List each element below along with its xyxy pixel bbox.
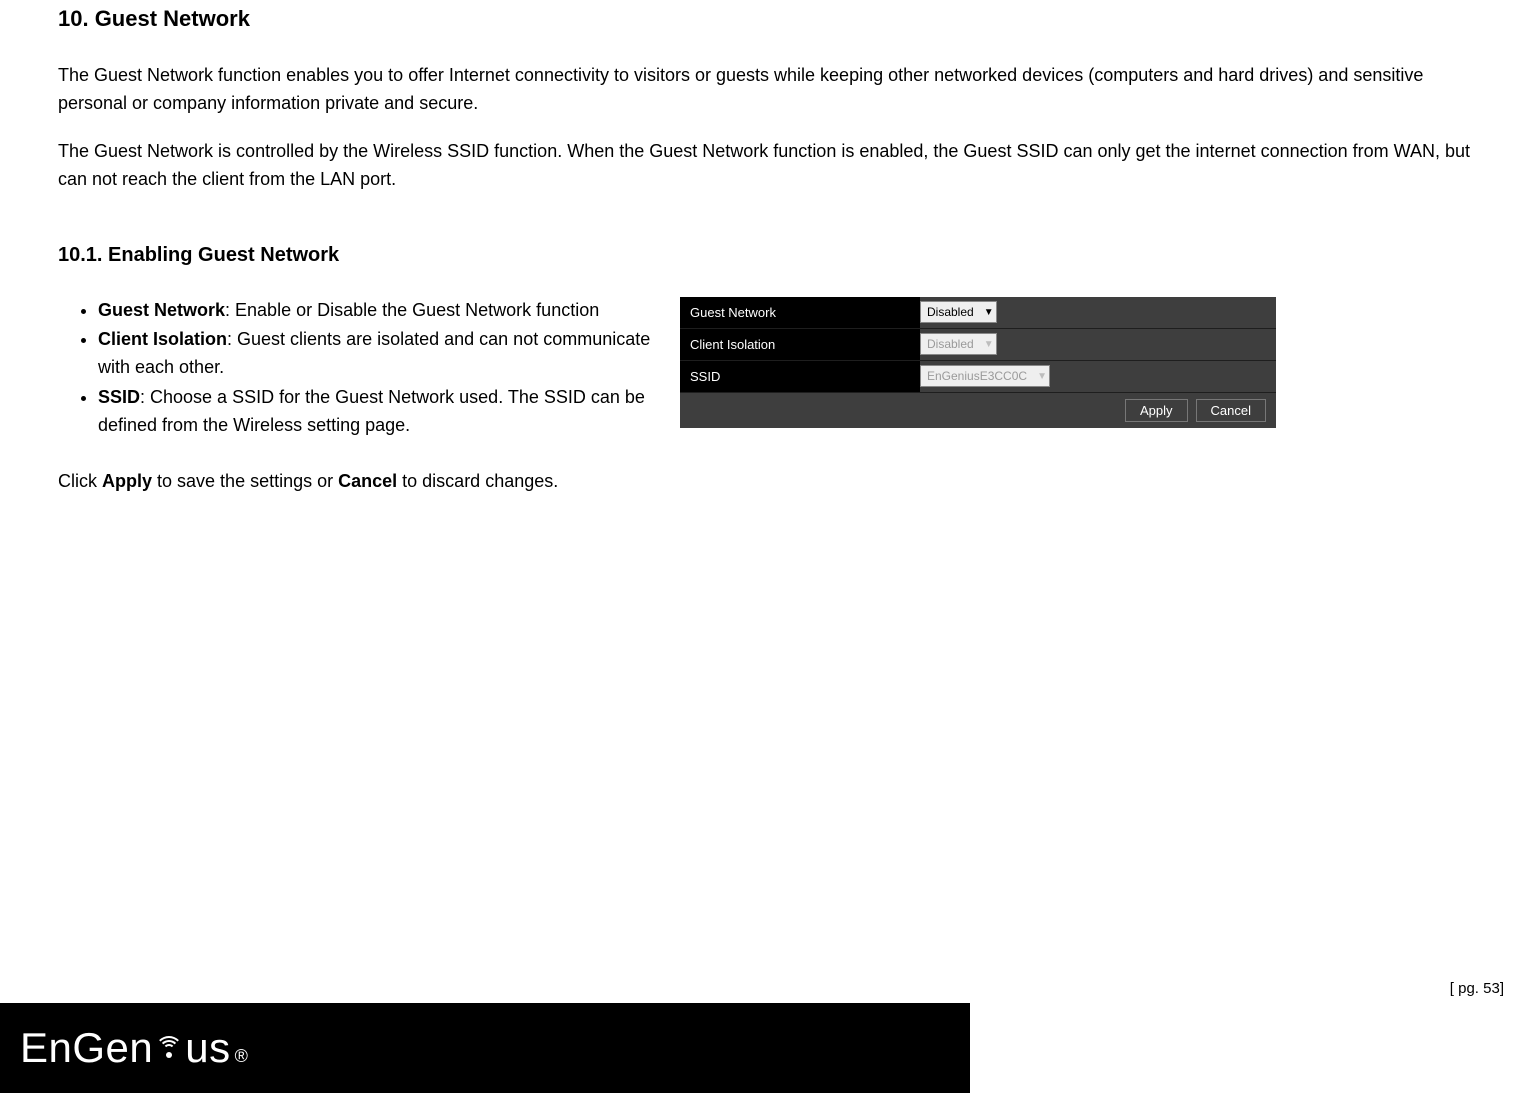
chevron-down-icon: ▼: [984, 307, 994, 318]
intro-paragraph-2: The Guest Network is controlled by the W…: [58, 138, 1472, 194]
wifi-icon: [154, 1024, 184, 1062]
list-item: Guest Network: Enable or Disable the Gue…: [98, 297, 680, 325]
subsection-heading: 10.1. Enabling Guest Network: [58, 244, 1472, 267]
config-label: Client Isolation: [680, 329, 920, 360]
footer: EnGenus®: [0, 1003, 1530, 1093]
apply-instruction: Click Apply to save the settings or Canc…: [58, 468, 680, 496]
apply-button[interactable]: Apply: [1125, 399, 1188, 422]
bullet-term: Client Isolation: [98, 329, 227, 349]
intro-paragraph-1: The Guest Network function enables you t…: [58, 62, 1472, 118]
chevron-down-icon: ▼: [1037, 371, 1047, 382]
bullet-desc: : Enable or Disable the Guest Network fu…: [225, 300, 599, 320]
config-row-client-isolation: Client Isolation Disabled ▼: [680, 329, 1276, 361]
config-row-ssid: SSID EnGeniusE3CC0C ▼: [680, 361, 1276, 393]
button-row: Apply Cancel: [680, 393, 1276, 428]
config-label: Guest Network: [680, 297, 920, 328]
cancel-button[interactable]: Cancel: [1196, 399, 1266, 422]
section-heading: 10. Guest Network: [58, 6, 1472, 32]
bullet-term: Guest Network: [98, 300, 225, 320]
brand-logo: EnGenus®: [0, 1003, 970, 1093]
config-panel: Guest Network Disabled ▼ Client Isolatio…: [680, 297, 1276, 428]
page-number: [ pg. 53]: [1450, 980, 1504, 997]
list-item: SSID: Choose a SSID for the Guest Networ…: [98, 384, 680, 440]
bullet-desc: : Choose a SSID for the Guest Network us…: [98, 387, 645, 435]
feature-list: Guest Network: Enable or Disable the Gue…: [58, 297, 680, 440]
bullet-term: SSID: [98, 387, 140, 407]
list-item: Client Isolation: Guest clients are isol…: [98, 326, 680, 382]
client-isolation-select: Disabled ▼: [920, 333, 997, 355]
config-row-guest-network: Guest Network Disabled ▼: [680, 297, 1276, 329]
chevron-down-icon: ▼: [984, 339, 994, 350]
ssid-select: EnGeniusE3CC0C ▼: [920, 365, 1050, 387]
config-label: SSID: [680, 361, 920, 392]
guest-network-select[interactable]: Disabled ▼: [920, 301, 997, 323]
